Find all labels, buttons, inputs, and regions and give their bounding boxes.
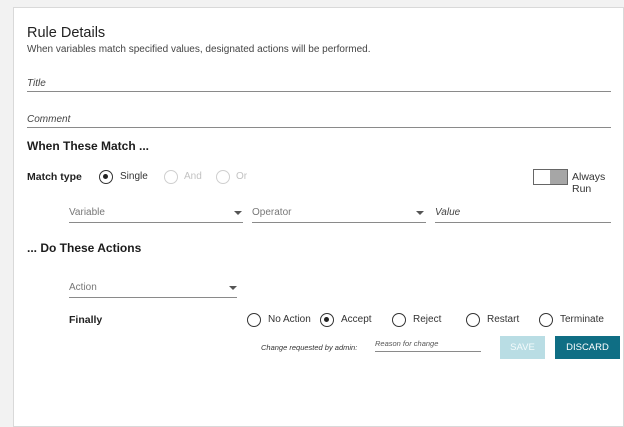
- finally-restart-radio[interactable]: [466, 313, 480, 327]
- match-type-and-label: And: [184, 171, 202, 182]
- finally-no-action-label[interactable]: No Action: [268, 314, 311, 325]
- operator-chevron-down-icon[interactable]: [416, 211, 424, 215]
- always-run-label: Always Run: [572, 171, 606, 195]
- match-section-heading: When These Match ...: [27, 139, 150, 153]
- comment-input[interactable]: Comment: [27, 114, 70, 125]
- title-underline: [27, 91, 611, 92]
- match-type-and-radio: [164, 170, 178, 184]
- value-input[interactable]: Value: [435, 207, 460, 218]
- panel-title: Rule Details: [27, 25, 106, 41]
- finally-accept-label[interactable]: Accept: [341, 314, 372, 325]
- change-requested-label: Change requested by admin:: [261, 343, 358, 352]
- value-underline: [435, 222, 611, 223]
- finally-no-action-radio[interactable]: [247, 313, 261, 327]
- discard-button[interactable]: DISCARD: [555, 336, 620, 359]
- reason-for-change-input[interactable]: Reason for change: [375, 339, 438, 348]
- variable-underline: [69, 222, 243, 223]
- action-chevron-down-icon[interactable]: [229, 286, 237, 290]
- title-input[interactable]: Title: [27, 78, 46, 89]
- toggle-knob: [550, 170, 567, 184]
- panel-description: When variables match specified values, d…: [27, 44, 371, 55]
- finally-label: Finally: [69, 314, 103, 326]
- match-type-single-radio[interactable]: [99, 170, 113, 184]
- finally-reject-radio[interactable]: [392, 313, 406, 327]
- reason-underline: [375, 351, 481, 352]
- actions-section-heading: ... Do These Actions: [27, 241, 142, 255]
- rule-details-panel: Rule Details When variables match specif…: [13, 7, 624, 427]
- always-run-toggle[interactable]: [533, 169, 568, 185]
- finally-terminate-label[interactable]: Terminate: [560, 314, 604, 325]
- operator-underline: [252, 222, 426, 223]
- match-type-or-label: Or: [236, 171, 248, 182]
- action-underline: [69, 297, 237, 298]
- action-select[interactable]: Action: [69, 282, 97, 293]
- variable-select[interactable]: Variable: [69, 207, 105, 218]
- finally-reject-label[interactable]: Reject: [413, 314, 441, 325]
- finally-restart-label[interactable]: Restart: [487, 314, 519, 325]
- comment-underline: [27, 127, 611, 128]
- match-type-label: Match type: [27, 171, 82, 183]
- operator-select[interactable]: Operator: [252, 207, 291, 218]
- match-type-single-label[interactable]: Single: [120, 171, 148, 182]
- save-button[interactable]: SAVE: [500, 336, 545, 359]
- finally-accept-radio[interactable]: [320, 313, 334, 327]
- finally-terminate-radio[interactable]: [539, 313, 553, 327]
- variable-chevron-down-icon[interactable]: [234, 211, 242, 215]
- match-type-or-radio: [216, 170, 230, 184]
